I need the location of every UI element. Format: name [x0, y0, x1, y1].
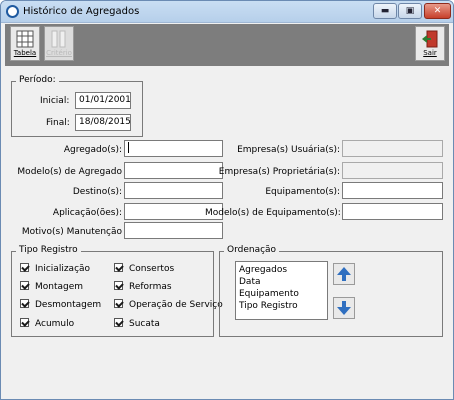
checkbox-acumulo[interactable]: Acumulo: [20, 318, 75, 329]
checkbox-desmontagem[interactable]: Desmontagem: [20, 299, 102, 310]
empresa-proprietaria-field: [342, 162, 443, 179]
checkbox-consertos[interactable]: Consertos: [114, 263, 175, 274]
main-window: Histórico de Agregados ▬ ▣ ✕ Tabela Crit…: [0, 0, 454, 400]
list-item[interactable]: Data: [239, 276, 324, 288]
agregados-field[interactable]: [124, 140, 223, 157]
checkbox-label: Inicialização: [35, 264, 91, 274]
motivo-field[interactable]: [124, 222, 223, 239]
list-item[interactable]: Tipo Registro: [239, 300, 324, 312]
checkbox-box[interactable]: [20, 318, 29, 327]
modelo-equipamento-label: Modelo(s) de Equipamento(s):: [205, 208, 341, 218]
checkbox-box[interactable]: [114, 281, 123, 290]
motivo-label: Motivo(s) Manutenção: [21, 227, 122, 237]
checkbox-label: Consertos: [129, 264, 175, 274]
checkbox-box[interactable]: [114, 299, 123, 308]
empresa-usuaria-label: Empresa(s) Usuária(s):: [237, 145, 340, 155]
minimize-button[interactable]: ▬: [373, 3, 397, 19]
equipamento-label: Equipamento(s):: [265, 187, 340, 197]
checkbox-label: Desmontagem: [35, 300, 102, 310]
ordenacao-group: Ordenação Agregados Data Equipamento Tip…: [219, 245, 443, 337]
destino-field[interactable]: [124, 182, 223, 199]
checkbox-inicializacao[interactable]: Inicialização: [20, 263, 91, 274]
tabela-button[interactable]: Tabela: [10, 26, 40, 61]
checkbox-sucata[interactable]: Sucata: [114, 318, 160, 329]
final-label: Final:: [46, 118, 70, 128]
ordenacao-list[interactable]: Agregados Data Equipamento Tipo Registro: [235, 261, 328, 320]
checkbox-reformas[interactable]: Reformas: [114, 281, 172, 292]
checkbox-label: Reformas: [129, 282, 172, 292]
move-down-button[interactable]: [333, 297, 355, 319]
arrow-down-icon: [337, 301, 351, 315]
close-button[interactable]: ✕: [424, 3, 451, 19]
destino-label: Destino(s):: [72, 187, 122, 197]
checkbox-box[interactable]: [20, 263, 29, 272]
modelos-agregado-label: Modelo(s) de Agregado: [17, 167, 122, 177]
tipo-registro-group: Tipo Registro Inicialização Consertos Mo…: [11, 245, 223, 337]
ordenacao-title: Ordenação: [224, 245, 280, 255]
form-area: Período: Inicial: 01/01/2001 Final: 18/0…: [5, 67, 449, 395]
empresa-proprietaria-label: Empresa(s) Proprietária(s):: [218, 167, 340, 177]
inicial-date-field[interactable]: 01/01/2001: [75, 92, 131, 109]
checkbox-label: Operação de Serviço: [129, 300, 223, 310]
checkbox-box[interactable]: [114, 318, 123, 327]
empresa-usuaria-field: [342, 140, 443, 157]
criterio-label: Critério: [46, 49, 72, 57]
checkbox-operacao-servico[interactable]: Operação de Serviço: [114, 299, 223, 310]
title-bar[interactable]: Histórico de Agregados ▬ ▣ ✕: [1, 1, 453, 23]
agregados-label: Agregado(s):: [63, 145, 122, 155]
aplicacao-label: Aplicação(ões):: [52, 208, 122, 218]
inicial-label: Inicial:: [40, 96, 70, 106]
final-date-field[interactable]: 18/08/2015: [75, 114, 131, 131]
list-item[interactable]: Equipamento: [239, 288, 324, 300]
checkbox-label: Montagem: [35, 282, 84, 292]
checkbox-box[interactable]: [20, 281, 29, 290]
grid-icon: [16, 30, 34, 48]
list-item[interactable]: Agregados: [239, 264, 324, 276]
maximize-button[interactable]: ▣: [398, 3, 422, 19]
window-title: Histórico de Agregados: [23, 6, 140, 17]
sair-button[interactable]: Sair: [415, 26, 445, 61]
toolbar: Tabela Critério Sair: [5, 24, 449, 66]
checkbox-label: Sucata: [129, 319, 160, 329]
tabela-label: Tabela: [13, 49, 37, 57]
criterio-button[interactable]: Critério: [44, 26, 74, 61]
checkbox-label: Acumulo: [35, 319, 75, 329]
tipo-registro-title: Tipo Registro: [16, 245, 81, 255]
periodo-group: Período: Inicial: 01/01/2001 Final: 18/0…: [11, 75, 143, 137]
modelo-equipamento-field[interactable]: [342, 203, 443, 220]
periodo-title: Período:: [16, 75, 59, 85]
app-icon: [6, 5, 19, 18]
move-up-button[interactable]: [333, 263, 355, 285]
arrow-up-icon: [337, 267, 351, 281]
checkbox-montagem[interactable]: Montagem: [20, 281, 84, 292]
checkbox-box[interactable]: [20, 299, 29, 308]
exit-door-icon: [422, 30, 438, 48]
sair-label: Sair: [423, 49, 437, 57]
checkbox-box[interactable]: [114, 263, 123, 272]
criteria-icon: [51, 30, 66, 48]
equipamento-field[interactable]: [342, 182, 443, 199]
